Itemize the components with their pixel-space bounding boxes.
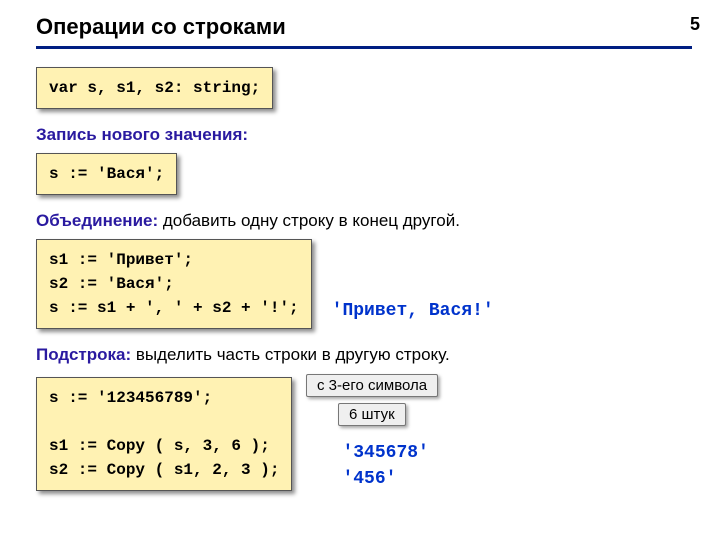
heading-substr-key: Подстрока:	[36, 345, 131, 364]
heading-substr: Подстрока: выделить часть строки в другу…	[36, 345, 692, 365]
heading-assign: Запись нового значения:	[36, 125, 692, 145]
heading-concat: Объединение: добавить одну строку в коне…	[36, 211, 692, 231]
page-title: Операции со строками	[36, 14, 692, 40]
code-concat: s1 := 'Привет'; s2 := 'Вася'; s := s1 + …	[36, 239, 312, 329]
annotation-from-char: с 3-его символа	[306, 374, 438, 397]
result-substr-1: '345678'	[342, 443, 428, 463]
heading-substr-rest: выделить часть строки в другую строку.	[131, 345, 450, 364]
code-substr: s := '123456789'; s1 := Copy ( s, 3, 6 )…	[36, 377, 292, 491]
heading-concat-key: Объединение:	[36, 211, 158, 230]
code-assign: s := 'Вася';	[36, 153, 177, 195]
title-underline	[36, 46, 692, 49]
result-concat: 'Привет, Вася!'	[332, 301, 494, 339]
heading-assign-key: Запись нового значения:	[36, 125, 248, 144]
page-number: 5	[690, 14, 700, 35]
code-declaration: var s, s1, s2: string;	[36, 67, 273, 109]
annotation-count: 6 штук	[338, 403, 406, 426]
heading-concat-rest: добавить одну строку в конец другой.	[158, 211, 460, 230]
result-substr-2: '456'	[342, 469, 428, 489]
